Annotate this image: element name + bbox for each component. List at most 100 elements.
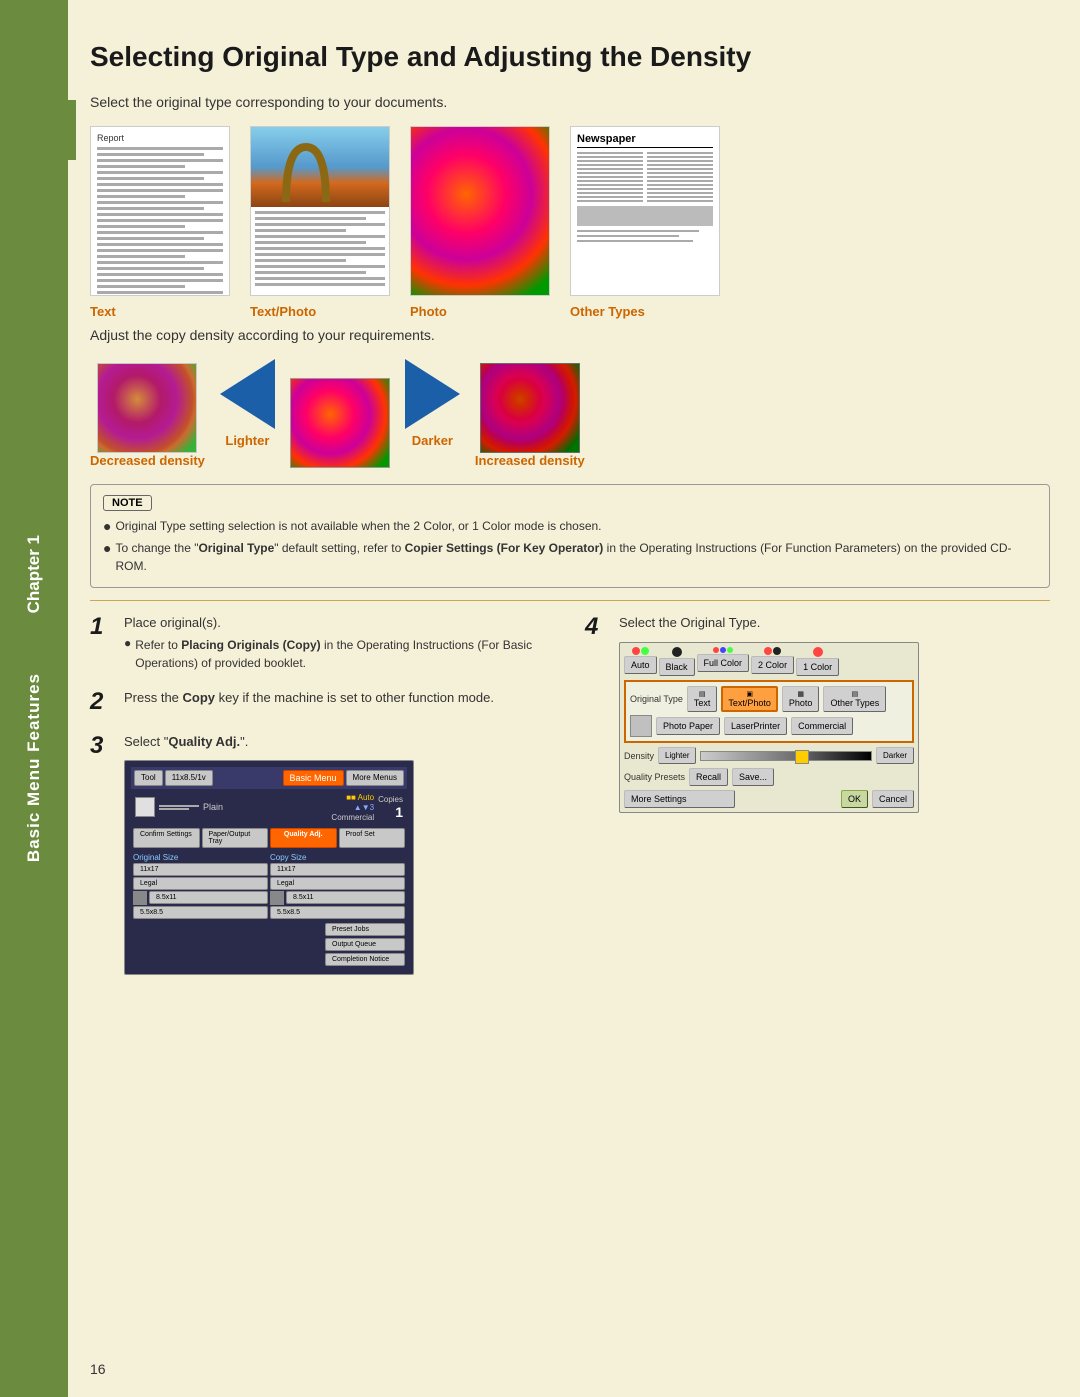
recall-btn[interactable]: Recall <box>689 768 728 786</box>
density-slider[interactable] <box>700 751 872 761</box>
screen-btn-more[interactable]: More Menus <box>346 770 404 786</box>
output-queue-btn[interactable]: Output Queue <box>325 938 405 951</box>
report-title: Report <box>97 133 223 143</box>
ot-textphoto[interactable]: ▣ Text/Photo <box>721 686 778 712</box>
text-line <box>97 273 223 276</box>
ot-text[interactable]: ▤ Text <box>687 686 718 712</box>
nl20 <box>647 176 713 178</box>
nl21 <box>647 180 713 182</box>
text-line <box>97 207 204 210</box>
note-bullet-2: ● To change the "Original Type" default … <box>103 539 1037 575</box>
label-increased: Increased density <box>475 453 585 468</box>
newspaper-columns <box>577 152 713 202</box>
nl23 <box>647 188 713 190</box>
nl5 <box>577 168 643 170</box>
more-settings-btn[interactable]: More Settings <box>624 790 735 808</box>
density-image-mid <box>290 378 390 468</box>
nl4 <box>577 164 643 166</box>
text-line <box>97 261 223 264</box>
screen-toolbar: Tool 11x8.5/1v Basic Menu More Menus <box>131 767 407 789</box>
screen-btn-basic[interactable]: Basic Menu <box>283 770 344 786</box>
screen-sizes-grid: Original Size 11x17 Legal 8.5x11 5.5x8.5 <box>131 853 407 919</box>
screen-paper-btn[interactable]: Paper/Output Tray <box>202 828 269 848</box>
s-11x17[interactable]: 11x17 <box>133 863 268 876</box>
cs-11x17[interactable]: 11x17 <box>270 863 405 876</box>
news-col-2 <box>647 152 713 202</box>
dot-fc-g <box>727 647 733 653</box>
step-3: 3 Select "Quality Adj.". Tool 11x8.5/1v … <box>90 732 555 975</box>
dot-2c-r <box>764 647 772 655</box>
screen-btn-size[interactable]: 11x8.5/1v <box>165 770 213 786</box>
cs-55x85[interactable]: 5.5x8.5 <box>270 906 405 919</box>
text-line <box>97 249 223 252</box>
sidebar-section-label: Basic Menu Features <box>24 673 44 862</box>
btn-auto[interactable]: Auto <box>624 656 657 674</box>
ot-tp-icon: ▣ <box>746 690 753 698</box>
preset-jobs-btn[interactable]: Preset Jobs <box>325 923 405 936</box>
screen-commercial-label: Commercial <box>331 813 374 822</box>
label-text: Text <box>90 304 116 319</box>
nbl1 <box>577 230 699 232</box>
tl6 <box>255 241 366 244</box>
btn-full-color[interactable]: Full Color <box>697 654 750 672</box>
screen-btn-tool[interactable]: Tool <box>134 770 163 786</box>
cs-85-row: 8.5x11 <box>270 891 405 905</box>
label-photo: Photo <box>410 304 447 319</box>
save-btn[interactable]: Save... <box>732 768 774 786</box>
cs-85x11[interactable]: 8.5x11 <box>286 891 405 904</box>
orig-size-label: Original Size <box>133 853 268 862</box>
s-55x85[interactable]: 5.5x8.5 <box>133 906 268 919</box>
screen-sizes-right: Copy Size 11x17 Legal 8.5x11 5.5x8.5 <box>270 853 405 919</box>
btn-black[interactable]: Black <box>659 658 695 676</box>
ot-other[interactable]: ▤ Other Types <box>823 686 886 712</box>
text-line <box>97 153 204 156</box>
completion-btn[interactable]: Completion Notice <box>325 953 405 966</box>
s-legal[interactable]: Legal <box>133 877 268 890</box>
text-line <box>97 243 223 246</box>
label-other-types: Other Types <box>570 304 645 319</box>
nl25 <box>647 196 713 198</box>
density-label-screen: Density <box>624 751 654 761</box>
screen-confirm-btn[interactable]: Confirm Settings <box>133 828 200 848</box>
density-darker-btn[interactable]: Darker <box>876 747 914 764</box>
paper-line-2 <box>159 808 189 810</box>
color-btn-1color: 1 Color <box>796 647 839 676</box>
text-lines <box>97 147 223 296</box>
btn-1color[interactable]: 1 Color <box>796 658 839 676</box>
ot-photo[interactable]: ▦ Photo <box>782 686 820 712</box>
steps-left: 1 Place original(s). ● Refer to Placing … <box>90 613 555 991</box>
density-lighter-btn[interactable]: Lighter <box>658 747 696 764</box>
type-item-photo: Photo <box>410 126 550 319</box>
paper-laser[interactable]: LaserPrinter <box>724 717 787 735</box>
screen-menu-row: Confirm Settings Paper/Output Tray Quali… <box>131 826 407 850</box>
step-2: 2 Press the Copy key if the machine is s… <box>90 688 555 716</box>
color-buttons-row: Auto Black <box>624 647 914 676</box>
screen-step3: Tool 11x8.5/1v Basic Menu More Menus <box>124 760 414 975</box>
screen-proof-btn[interactable]: Proof Set <box>339 828 406 848</box>
s-85-row: 8.5x11 <box>133 891 268 905</box>
landscape-photo <box>251 127 389 207</box>
tl13 <box>255 283 385 286</box>
note-text-2: To change the "Original Type" default se… <box>115 539 1037 575</box>
tl5 <box>255 235 385 238</box>
tl7 <box>255 247 385 250</box>
paper-commercial[interactable]: Commercial <box>791 717 853 735</box>
text-line <box>97 291 223 294</box>
step-1: 1 Place original(s). ● Refer to Placing … <box>90 613 555 673</box>
paper-photo[interactable]: Photo Paper <box>656 717 720 735</box>
ok-btn[interactable]: OK <box>841 790 868 808</box>
screen-step4: Auto Black <box>619 642 919 813</box>
screen-quality-btn[interactable]: Quality Adj. <box>270 828 337 848</box>
s-85x11[interactable]: 8.5x11 <box>149 891 268 904</box>
cs-legal[interactable]: Legal <box>270 877 405 890</box>
nl7 <box>577 176 643 178</box>
nl19 <box>647 172 713 174</box>
color-btn-auto: Auto <box>624 647 657 676</box>
text-line <box>97 255 185 258</box>
btn-2color[interactable]: 2 Color <box>751 656 794 674</box>
step-2-number: 2 <box>90 688 114 716</box>
nl16 <box>647 160 713 162</box>
density-subtitle: Adjust the copy density according to you… <box>90 327 1050 343</box>
s-icon <box>133 891 147 905</box>
cancel-btn[interactable]: Cancel <box>872 790 914 808</box>
